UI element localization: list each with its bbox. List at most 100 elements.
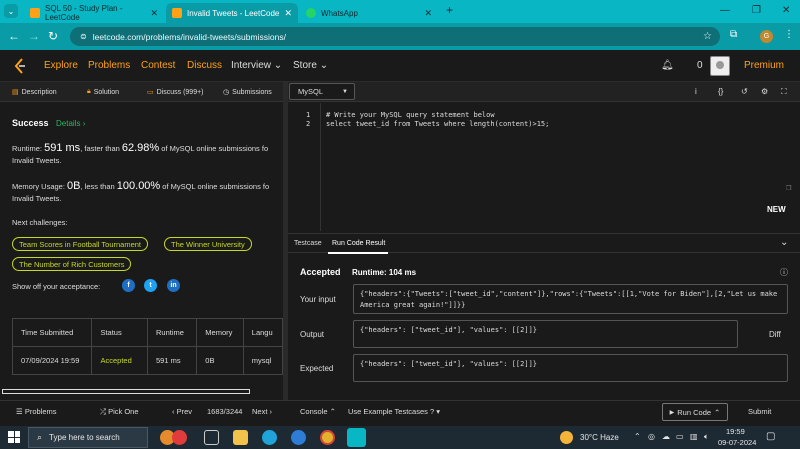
close-tab-icon[interactable]: ✕ (424, 8, 432, 19)
leetcode-favicon (172, 8, 182, 18)
browser-tab-whatsapp[interactable]: WhatsApp ✕ (300, 3, 438, 23)
help-icon[interactable]: ⓘ (780, 267, 788, 278)
notification-bell-icon[interactable]: 🔔︎ (661, 60, 674, 71)
tab-testcase[interactable]: Testcase (294, 240, 322, 247)
browser-tab-sql50[interactable]: SQL 50 - Study Plan - LeetCode ✕ (24, 3, 164, 23)
code-editor[interactable]: 1 2 # Write your MySQL query statement b… (288, 103, 800, 231)
taskbar-search-box[interactable]: ⌕ Type here to search (28, 427, 148, 448)
user-avatar[interactable] (710, 56, 730, 76)
fullscreen-icon[interactable]: ⛶ (781, 87, 787, 97)
linkedin-icon[interactable]: in (167, 279, 180, 292)
code-braces-icon[interactable]: {} (718, 87, 723, 96)
prev-button[interactable]: ‹ Prev (172, 407, 192, 416)
problems-list-button[interactable]: ☰ Problems (16, 407, 57, 416)
challenge-team-scores[interactable]: Team Scores in Football Tournament (12, 237, 149, 251)
weather-text[interactable]: 30°C Haze (580, 433, 619, 442)
edge-browser-icon[interactable] (262, 430, 277, 445)
browser-menu-icon[interactable]: ⋮ (784, 29, 794, 40)
close-tab-icon[interactable]: ✕ (284, 8, 292, 19)
clock-time[interactable]: 19:59 (726, 427, 745, 436)
nav-store[interactable]: Store ⌄ (293, 60, 328, 71)
close-window-icon[interactable]: ✕ (782, 5, 790, 16)
nav-contest[interactable]: Contest (141, 60, 175, 71)
task-view-icon[interactable] (204, 430, 219, 445)
next-button[interactable]: Next › (252, 407, 272, 416)
your-input-box[interactable]: {"headers":{"Tweets":["tweet_id","conten… (353, 284, 788, 314)
table-row[interactable]: 07/09/2024 19:59 Accepted 591 ms 0B mysq… (11, 346, 283, 375)
onedrive-icon[interactable]: ☁ (662, 432, 670, 441)
url-bar[interactable]: ⊜ leetcode.com/problems/invalid-tweets/s… (70, 27, 720, 46)
leetcode-logo-icon[interactable] (14, 58, 26, 74)
minimize-icon[interactable]: — (720, 5, 730, 16)
code-line[interactable]: select tweet_id from Tweets where length… (326, 120, 549, 128)
nav-premium[interactable]: Premium (744, 60, 784, 71)
back-arrow-icon[interactable]: ← (8, 29, 20, 43)
nav-explore[interactable]: Explore (44, 60, 78, 71)
code-line[interactable]: # Write your MySQL query statement below (326, 111, 495, 119)
notification-center-icon[interactable]: ▢ (766, 431, 775, 442)
collapse-chevron-icon[interactable]: ⌄ (780, 237, 788, 248)
language-select[interactable]: MySQL ▼ (289, 83, 355, 100)
run-code-button[interactable]: ▶ Run Code ⌃ (662, 403, 728, 421)
reload-icon[interactable]: ↻ (48, 29, 58, 43)
horizontal-scrollbar[interactable] (2, 389, 250, 394)
store-icon[interactable] (291, 430, 306, 445)
info-icon[interactable]: i (695, 87, 697, 96)
network-icon[interactable]: ▥ (690, 432, 698, 441)
new-badge[interactable]: NEW (767, 205, 786, 214)
tab-discuss[interactable]: ▭ Discuss (999+) (147, 88, 204, 97)
memory-value: 0B (67, 180, 81, 192)
use-example-testcases[interactable]: Use Example Testcases (348, 407, 428, 416)
tab-description[interactable]: ▤ Description (12, 88, 57, 97)
submit-button[interactable]: Submit (748, 407, 771, 416)
tab-title: Invalid Tweets - LeetCode (187, 8, 280, 18)
reset-icon[interactable]: ↺ (741, 87, 748, 96)
settings-icon[interactable]: ⚙ (761, 87, 768, 96)
clock-date[interactable]: 09-07-2024 (718, 438, 756, 447)
challenge-rich-customers[interactable]: The Number of Rich Customers (12, 257, 132, 271)
tab-search-button[interactable]: ⌄ (4, 4, 18, 18)
search-highlights-icon[interactable] (172, 430, 187, 445)
nav-interview[interactable]: Interview ⌄ (231, 60, 282, 71)
pick-one-button[interactable]: ⤮ Pick One (100, 407, 139, 417)
nav-discuss[interactable]: Discuss (187, 60, 222, 71)
browser-tab-invalid-tweets[interactable]: Invalid Tweets - LeetCode ✕ (166, 3, 298, 23)
cell-status[interactable]: Accepted (91, 346, 148, 375)
coin-count[interactable]: 0 (697, 60, 703, 71)
volume-icon[interactable]: 🔈︎ (704, 432, 709, 442)
restore-icon[interactable]: ❐ (752, 5, 761, 16)
battery-icon[interactable]: ▭ (676, 432, 684, 441)
extensions-icon[interactable]: ⧉ (730, 29, 737, 40)
close-tab-icon[interactable]: ✕ (150, 8, 158, 19)
tab-submissions[interactable]: ◷ Submissions (223, 88, 272, 97)
diff-button[interactable]: Diff (769, 330, 781, 339)
tray-overflow-icon[interactable]: ⌃ (634, 432, 641, 441)
file-explorer-icon[interactable] (233, 430, 248, 445)
challenge-winner-university[interactable]: The Winner University (164, 237, 252, 251)
security-icon[interactable]: ◎ (648, 432, 655, 441)
copy-icon[interactable]: ❐ (786, 183, 791, 193)
column-header: Time Submitted (11, 318, 93, 347)
windows-start-icon[interactable] (8, 431, 20, 443)
submissions-table: Time Submitted Status Runtime Memory Lan… (11, 318, 283, 375)
chrome-icon[interactable] (320, 430, 335, 445)
new-tab-button[interactable]: + (446, 3, 453, 17)
share-label: Show off your acceptance: (12, 282, 101, 291)
forward-arrow-icon[interactable]: → (28, 29, 40, 43)
nav-problems[interactable]: Problems (88, 60, 130, 71)
facebook-icon[interactable]: f (122, 279, 135, 292)
twitter-icon[interactable]: t (144, 279, 157, 292)
weather-icon[interactable] (560, 431, 573, 444)
dropdown-triangle-icon: ▼ (342, 88, 348, 95)
tab-solution[interactable]: 🔒︎ Solution (87, 88, 119, 96)
details-link[interactable]: Details › (56, 119, 85, 128)
page-indicator: 1683/3244 (207, 407, 243, 416)
chrome-profile-icon[interactable] (347, 428, 366, 447)
tab-run-code-result[interactable]: Run Code Result (332, 240, 385, 247)
help-dropdown-icon[interactable]: ? ▾ (430, 407, 440, 416)
console-toggle[interactable]: Console ⌃ (300, 407, 336, 416)
profile-avatar[interactable]: G (760, 30, 773, 43)
play-icon: ▶ (669, 409, 675, 416)
site-info-icon[interactable]: ⊜ (80, 32, 87, 41)
bookmark-star-icon[interactable]: ☆ (703, 31, 712, 42)
